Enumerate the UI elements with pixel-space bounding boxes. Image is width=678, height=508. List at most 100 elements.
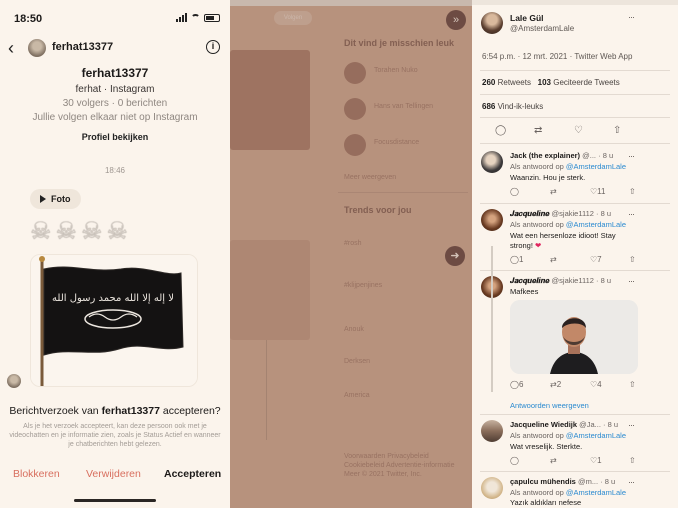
retweet-icon[interactable]: ⇄: [534, 125, 542, 136]
tweet-meta: 6:54 p.m. · 12 mrt. 2021 · Twitter Web A…: [482, 52, 633, 61]
request-description: Als je het verzoek accepteert, kan deze …: [9, 423, 221, 448]
reply-icon[interactable]: ◯: [510, 187, 519, 196]
photo-message[interactable]: Foto: [30, 189, 81, 209]
accept-button[interactable]: Accepteren: [164, 468, 221, 480]
show-replies-link[interactable]: Antwoorden weergeven: [510, 401, 589, 410]
status-time: 18:50: [14, 13, 43, 25]
avatar[interactable]: [28, 39, 46, 57]
wifi-icon: [191, 13, 200, 22]
black-flag-image: لا إله إلا الله محمد رسول الله: [31, 255, 197, 386]
divider: [480, 471, 670, 472]
dim-overlay: [230, 0, 472, 508]
reply-actions: ◯ 1 ⇄ ♡ 7 ⇧: [510, 255, 650, 265]
flag-image-message[interactable]: لا إله إلا الله محمد رسول الله: [30, 254, 198, 387]
delete-button[interactable]: Verwijderen: [86, 468, 141, 480]
heart-emoji-icon: ❤: [535, 241, 542, 250]
reply-text: Mafkees: [510, 287, 539, 296]
avatar[interactable]: [481, 12, 503, 34]
share-icon[interactable]: ⇧: [629, 380, 636, 389]
reply-text: Yazık aldıkları nefese: [510, 498, 582, 507]
block-button[interactable]: Blokkeren: [13, 468, 60, 480]
share-icon[interactable]: ⇧: [613, 125, 621, 136]
info-icon[interactable]: i: [206, 40, 220, 54]
reply-photo[interactable]: [510, 300, 638, 374]
message-timestamp: 18:46: [104, 166, 126, 175]
avatar[interactable]: [481, 209, 503, 231]
share-icon[interactable]: ⇧: [629, 187, 636, 196]
play-icon: [40, 195, 46, 203]
retweet-stats[interactable]: 260 Retweets 103 Geciteerde Tweets: [482, 78, 620, 87]
reply-header[interactable]: çapulcu mühendis @m... · 8 u: [510, 477, 615, 486]
reply-text: Wat vreselijk. Sterkte.: [510, 442, 583, 451]
avatar[interactable]: [481, 420, 503, 442]
reply-icon[interactable]: ◯: [495, 125, 506, 136]
divider: [480, 143, 670, 144]
divider: [480, 414, 670, 415]
reply-actions: ◯ ⇄ ♡ 1 ⇧: [510, 456, 650, 466]
divider: [480, 94, 670, 95]
top-strip: [472, 0, 678, 5]
retweet-icon[interactable]: ⇄: [550, 187, 557, 196]
like-icon[interactable]: ♡: [574, 125, 583, 136]
more-icon[interactable]: ···: [628, 209, 635, 219]
divider: [480, 203, 670, 204]
photo-chip-label: Foto: [51, 194, 71, 204]
more-icon[interactable]: ···: [628, 151, 635, 161]
profile-mutual: Jullie volgen elkaar niet op Instagram: [32, 112, 198, 123]
divider: [480, 117, 670, 118]
profile-username: ferhat13377: [81, 66, 149, 80]
divider: [480, 270, 670, 271]
header-username[interactable]: ferhat13377: [52, 41, 113, 53]
request-question: Berichtverzoek van ferhat13377 acceptere…: [9, 405, 221, 417]
flag-inscription: لا إله إلا الله محمد رسول الله: [52, 293, 174, 304]
back-icon[interactable]: ‹: [8, 38, 14, 59]
like-icon[interactable]: ♡ 1: [590, 456, 602, 465]
status-icons: [176, 13, 220, 22]
request-actions: Blokkeren Verwijderen Accepteren: [0, 468, 230, 482]
reply-header[interactable]: 𝑱𝒂𝒄𝒒𝒖𝒆𝒍𝒊𝒏𝒆 @sjakie1112 · 8 u: [510, 209, 611, 219]
more-icon[interactable]: ···: [628, 276, 635, 286]
like-icon[interactable]: ♡ 7: [590, 255, 602, 264]
reply-text: Waanzin. Hou je sterk.: [510, 173, 586, 182]
replying-to: Als antwoord op @AmsterdamLale: [510, 431, 627, 440]
instagram-panel: 18:50 ‹ ferhat13377 i ferhat13377 ferhat…: [0, 0, 230, 508]
battery-icon: [204, 13, 220, 22]
retweet-icon[interactable]: ⇄: [550, 456, 557, 465]
like-stats[interactable]: 686 Vind-ik-leuks: [482, 102, 543, 111]
profile-subtitle: ferhat · Instagram: [75, 84, 155, 95]
reply-actions: ◯ 6 ⇄ 2 ♡ 4 ⇧: [510, 380, 650, 390]
like-icon[interactable]: ♡ 11: [590, 187, 605, 196]
reply-header[interactable]: 𝑱𝒂𝒄𝒒𝒖𝒆𝒍𝒊𝒏𝒆 @sjakie1112 · 8 u: [510, 276, 611, 286]
more-icon[interactable]: ···: [628, 420, 635, 430]
more-icon[interactable]: ···: [628, 12, 635, 22]
reply-icon[interactable]: ◯ 1: [510, 255, 523, 264]
avatar[interactable]: [481, 151, 503, 173]
like-icon[interactable]: ♡ 4: [590, 380, 602, 389]
reply-icon[interactable]: ◯ 6: [510, 380, 523, 389]
chat-header: ‹ ferhat13377 i: [0, 36, 230, 60]
skull-emoji-message: ☠ ☠ ☠ ☠: [30, 219, 128, 245]
share-icon[interactable]: ⇧: [629, 456, 636, 465]
thread-line: [491, 246, 493, 392]
retweet-icon[interactable]: ⇄ 2: [550, 380, 561, 389]
reply-actions: ◯ ⇄ ♡ 11 ⇧: [510, 187, 650, 197]
replying-to: Als antwoord op @AmsterdamLale: [510, 162, 627, 171]
retweet-icon[interactable]: ⇄: [550, 255, 557, 264]
skull-icon: ☠: [30, 218, 52, 245]
reply-icon[interactable]: ◯: [510, 456, 519, 465]
status-bar: 18:50: [0, 0, 230, 36]
tweet-thread-panel: Lale Gül @AmsterdamLale ··· 6:54 p.m. · …: [472, 0, 678, 508]
divider: [480, 70, 670, 71]
skull-icon: ☠: [106, 218, 129, 245]
share-icon[interactable]: ⇧: [629, 255, 636, 264]
skull-icon: ☠: [55, 218, 78, 245]
more-icon[interactable]: ···: [628, 477, 635, 487]
view-profile-button[interactable]: Profiel bekijken: [82, 132, 149, 142]
man-portrait-image: [510, 300, 638, 374]
author-name[interactable]: Lale Gül: [510, 13, 544, 23]
reply-header[interactable]: Jacqueline Wiedijk @Ja... · 8 u: [510, 420, 618, 429]
author-handle[interactable]: @AmsterdamLale: [510, 24, 574, 33]
avatar[interactable]: [481, 477, 503, 499]
replying-to: Als antwoord op @AmsterdamLale: [510, 488, 627, 497]
reply-header[interactable]: Jack (the explainer) @... · 8 u: [510, 151, 613, 160]
